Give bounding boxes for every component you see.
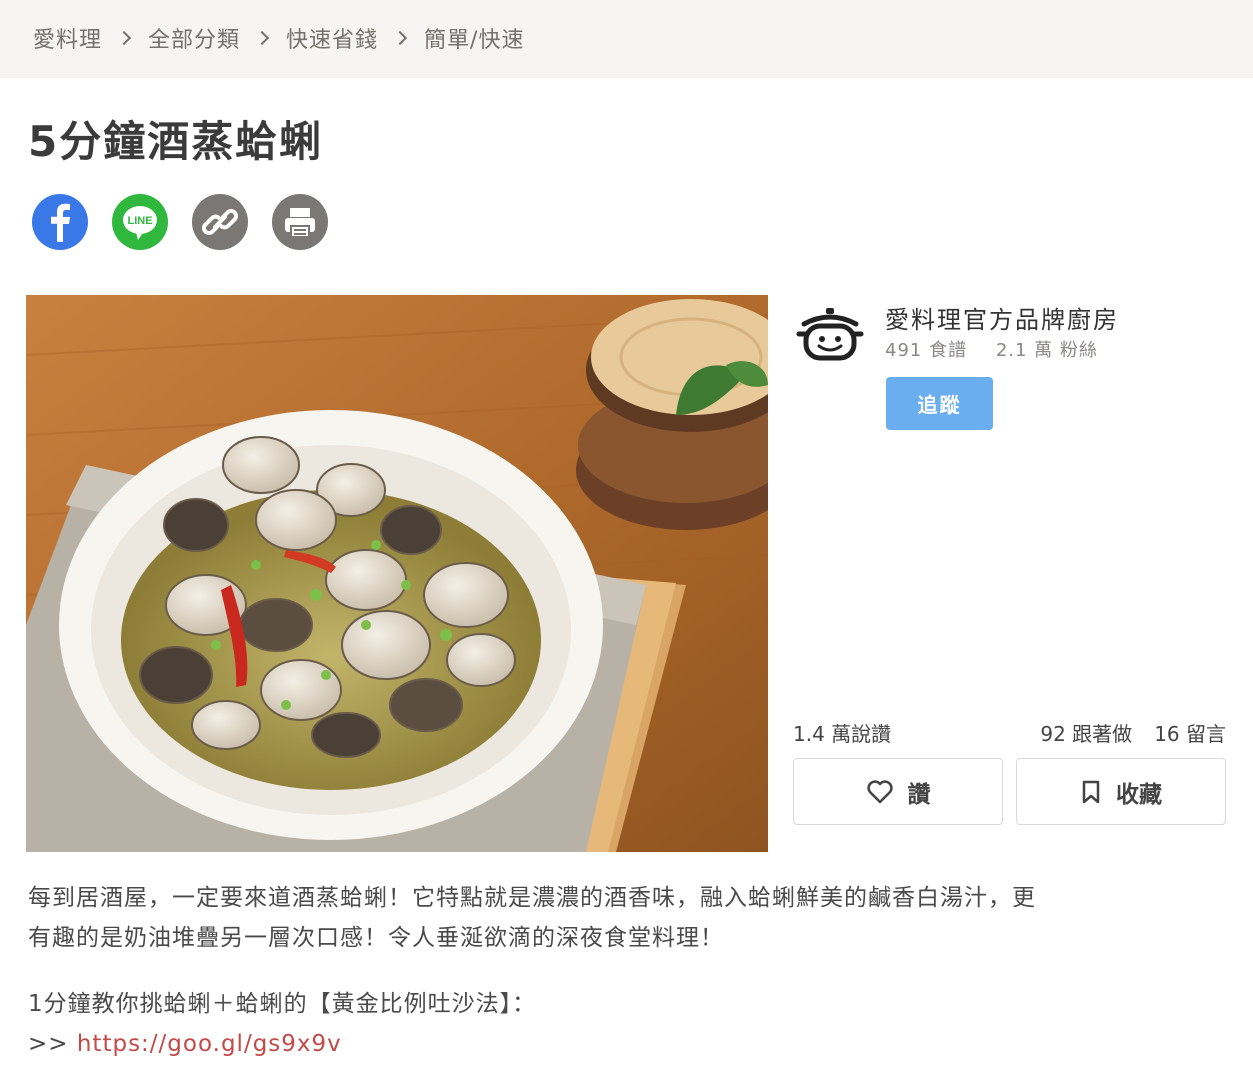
chevron-right-icon	[116, 30, 132, 46]
share-line-button[interactable]: LINE	[112, 194, 168, 250]
facebook-icon	[51, 203, 70, 242]
share-buttons: LINE	[32, 194, 352, 250]
description-paragraph: 每到居酒屋，一定要來道酒蒸蛤蜊！它特點就是濃濃的酒香味，融入蛤蜊鮮美的鹹香白湯汁…	[28, 878, 1228, 958]
tips-line: 1分鐘教你挑蛤蜊＋蛤蜊的【黃金比例吐沙法】：	[28, 991, 537, 1017]
svg-text:LINE: LINE	[127, 215, 152, 227]
chevron-right-icon	[254, 30, 270, 46]
heart-icon	[866, 779, 893, 803]
share-facebook-button[interactable]	[32, 194, 88, 250]
tips-link[interactable]: https://goo.gl/gs9x9v	[77, 1031, 342, 1057]
breadcrumb-item-home[interactable]: 愛料理	[33, 22, 102, 54]
description-line-1: 每到居酒屋，一定要來道酒蒸蛤蜊！它特點就是濃濃的酒香味，融入蛤蜊鮮美的鹹香白湯汁…	[28, 885, 1036, 911]
line-icon: LINE	[123, 206, 157, 240]
recipe-description: 每到居酒屋，一定要來道酒蒸蛤蜊！它特點就是濃濃的酒香味，融入蛤蜊鮮美的鹹香白湯汁…	[28, 878, 1228, 1088]
print-button[interactable]	[272, 194, 328, 250]
recipe-photo[interactable]	[26, 295, 768, 852]
breadcrumb-bar: 愛料理 全部分類 快速省錢 簡單/快速	[0, 0, 1253, 78]
author-avatar[interactable]	[796, 304, 864, 366]
recipe-stats-right: 92 跟著做 16 留言	[1040, 718, 1226, 747]
fan-count: 2.1 萬 粉絲	[995, 340, 1098, 361]
chevron-right-icon	[392, 30, 408, 46]
favorite-button[interactable]: 收藏	[1016, 758, 1226, 825]
like-button[interactable]: 讚	[793, 758, 1003, 825]
tips-paragraph: 1分鐘教你挑蛤蜊＋蛤蜊的【黃金比例吐沙法】： >> https://goo.gl…	[28, 984, 1228, 1064]
likes-count: 1.4 萬說讚	[793, 722, 892, 746]
bookmark-icon	[1082, 780, 1100, 803]
copy-link-button[interactable]	[192, 194, 248, 250]
breadcrumb: 愛料理 全部分類 快速省錢 簡單/快速	[33, 22, 524, 54]
description-line-2: 有趣的是奶油堆疊另一層次口感！令人垂涎欲滴的深夜食堂料理！	[28, 925, 724, 951]
pot-logo-icon	[796, 308, 864, 361]
recipe-stats: 1.4 萬說讚 92 跟著做 16 留言	[793, 718, 1226, 746]
link-prefix: >>	[28, 1031, 77, 1057]
breadcrumb-item-all-categories[interactable]: 全部分類	[148, 22, 240, 54]
link-icon	[202, 209, 238, 235]
breadcrumb-item-simple-quick[interactable]: 簡單/快速	[424, 22, 524, 54]
comments-count[interactable]: 16 留言	[1154, 722, 1226, 746]
recipe-count: 491 食譜	[885, 340, 968, 361]
author-stats: 491 食譜 2.1 萬 粉絲	[885, 336, 1120, 362]
favorite-label: 收藏	[1116, 781, 1162, 808]
print-icon	[285, 208, 315, 238]
like-label: 讚	[907, 781, 931, 808]
breadcrumb-item-save-money[interactable]: 快速省錢	[286, 22, 378, 54]
page-title: 5分鐘酒蒸蛤蜊	[28, 117, 324, 166]
author-name[interactable]: 愛料理官方品牌廚房	[885, 300, 1119, 335]
follow-button[interactable]: 追蹤	[886, 377, 993, 430]
cooked-count: 92 跟著做	[1040, 722, 1133, 746]
